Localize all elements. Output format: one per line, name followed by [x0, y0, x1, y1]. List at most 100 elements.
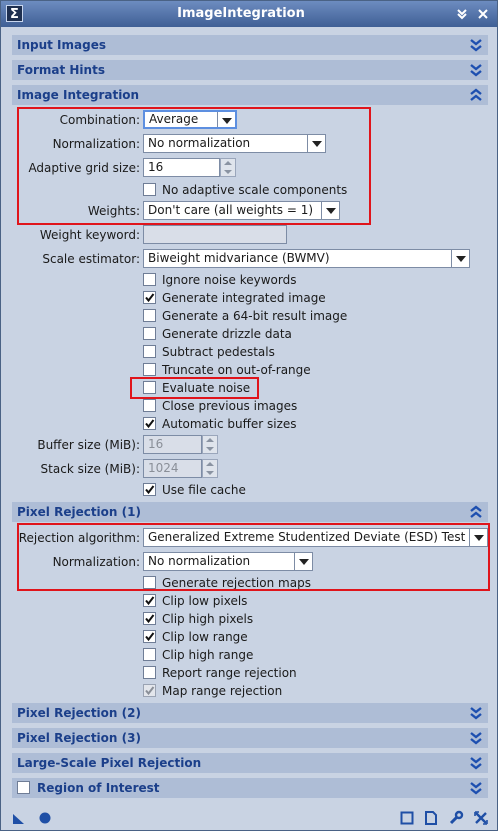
checkmark-icon: [145, 686, 155, 696]
checkmark-icon: [145, 293, 155, 303]
section-pixel-rejection-2[interactable]: Pixel Rejection (2): [12, 703, 488, 723]
checkbox-label: Generate a 64-bit result image: [162, 309, 348, 323]
ignore-noise-keywords-checkbox[interactable]: Ignore noise keywords: [143, 271, 403, 289]
section-pixel-rejection-3[interactable]: Pixel Rejection (3): [12, 728, 488, 748]
section-large-scale-rejection[interactable]: Large-Scale Pixel Rejection: [12, 753, 488, 773]
checkbox-label: Ignore noise keywords: [162, 273, 297, 287]
checkmark-icon: [145, 419, 155, 429]
scale-estimator-row: Scale estimator: Biweight midvariance (B…: [1, 248, 498, 270]
highlight-rejection-settings: [17, 523, 490, 591]
highlight-evaluate-noise: [130, 377, 259, 399]
checkbox-label: Generate drizzle data: [162, 327, 292, 341]
weight-keyword-field[interactable]: [143, 225, 287, 244]
checkbox-box[interactable]: [143, 666, 156, 679]
checkbox-box[interactable]: [143, 594, 156, 607]
stack-size-spinner[interactable]: [202, 459, 218, 478]
checkmark-icon: [145, 632, 155, 642]
checkbox-box[interactable]: [143, 417, 156, 430]
checkmark-icon: [145, 485, 155, 495]
generate-a-64-bit-result-image-checkbox[interactable]: Generate a 64-bit result image: [143, 307, 403, 325]
subtract-pedestals-checkbox[interactable]: Subtract pedestals: [143, 343, 403, 361]
report-range-rejection-checkbox[interactable]: Report range rejection: [143, 664, 403, 682]
section-title: Pixel Rejection (1): [17, 505, 141, 519]
section-pixel-rejection-1[interactable]: Pixel Rejection (1): [12, 502, 488, 522]
use-file-cache-checkbox[interactable]: Use file cache: [143, 481, 343, 499]
clip-low-range-checkbox[interactable]: Clip low range: [143, 628, 403, 646]
map-range-rejection-checkbox: Map range rejection: [143, 682, 403, 700]
weight-keyword-label: Weight keyword:: [39, 228, 140, 242]
section-title: Pixel Rejection (2): [17, 706, 141, 720]
collapse-icon[interactable]: [470, 88, 482, 102]
expand-icon[interactable]: [470, 781, 482, 795]
checkbox-label: Report range rejection: [162, 666, 297, 680]
close-previous-images-checkbox[interactable]: Close previous images: [143, 397, 403, 415]
expand-icon[interactable]: [470, 38, 482, 52]
section-region-of-interest[interactable]: Region of Interest: [12, 778, 488, 798]
collapse-icon[interactable]: [470, 505, 482, 519]
document-icon[interactable]: [423, 810, 439, 826]
checkmark-icon: [145, 614, 155, 624]
weight-keyword-row: Weight keyword:: [1, 224, 498, 246]
checkbox-box[interactable]: [143, 630, 156, 643]
buffer-size-row: Buffer size (MiB): 16: [1, 434, 498, 456]
expand-icon[interactable]: [470, 706, 482, 720]
section-title: Region of Interest: [37, 781, 160, 795]
scale-estimator-select[interactable]: Biweight midvariance (BWMV): [143, 249, 470, 268]
apply-global-icon[interactable]: [37, 810, 53, 826]
automatic-buffer-sizes-checkbox[interactable]: Automatic buffer sizes: [143, 415, 403, 433]
clip-high-pixels-checkbox[interactable]: Clip high pixels: [143, 610, 403, 628]
new-instance-icon[interactable]: [11, 810, 27, 826]
expand-icon[interactable]: [470, 63, 482, 77]
scale-estimator-value: Biweight midvariance (BWMV): [148, 251, 330, 265]
checkbox-box[interactable]: [143, 327, 156, 340]
checkbox-box[interactable]: [143, 483, 156, 496]
new-window-icon[interactable]: [399, 810, 415, 826]
bottom-toolbar: [1, 806, 497, 830]
checkbox-box[interactable]: [143, 345, 156, 358]
checkbox-box[interactable]: [143, 648, 156, 661]
checkbox-label: Close previous images: [162, 399, 298, 413]
buffer-size-spinner[interactable]: [202, 435, 218, 454]
generate-integrated-image-checkbox[interactable]: Generate integrated image: [143, 289, 403, 307]
checkbox-box[interactable]: [143, 291, 156, 304]
section-title: Pixel Rejection (3): [17, 731, 141, 745]
expand-icon[interactable]: [470, 731, 482, 745]
checkbox-box[interactable]: [143, 273, 156, 286]
clip-high-range-checkbox[interactable]: Clip high range: [143, 646, 403, 664]
section-title: Format Hints: [17, 63, 105, 77]
section-input-images[interactable]: Input Images: [12, 35, 488, 55]
close-icon[interactable]: [475, 5, 491, 22]
wrench-icon[interactable]: [448, 810, 464, 826]
buffer-size-field[interactable]: 16: [143, 435, 202, 454]
checkbox-box[interactable]: [143, 309, 156, 322]
section-title: Image Integration: [17, 88, 140, 102]
expand-icon[interactable]: [470, 756, 482, 770]
highlight-integration-settings: [17, 107, 371, 225]
clip-low-pixels-checkbox[interactable]: Clip low pixels: [143, 592, 403, 610]
roi-checkbox[interactable]: [17, 781, 30, 794]
checkbox-label: Use file cache: [162, 483, 246, 497]
checkbox-label: Automatic buffer sizes: [162, 417, 297, 431]
image-integration-window: Σ ImageIntegration Input Images Format H…: [0, 0, 498, 831]
section-title: Large-Scale Pixel Rejection: [17, 756, 202, 770]
title-bar[interactable]: Σ ImageIntegration: [1, 1, 497, 27]
section-title: Input Images: [17, 38, 106, 52]
checkbox-label: Clip high range: [162, 648, 254, 662]
checkbox-box: [143, 684, 156, 697]
chevron-down-icon[interactable]: [451, 250, 469, 267]
checkbox-label: Generate integrated image: [162, 291, 326, 305]
checkbox-box[interactable]: [143, 399, 156, 412]
stack-size-row: Stack size (MiB): 1024: [1, 458, 498, 480]
scale-estimator-label: Scale estimator:: [42, 252, 140, 266]
buffer-size-label: Buffer size (MiB):: [37, 438, 140, 452]
reset-icon[interactable]: [473, 810, 489, 826]
checkbox-label: Clip low pixels: [162, 594, 248, 608]
stack-size-field[interactable]: 1024: [143, 459, 202, 478]
shade-icon[interactable]: [454, 5, 470, 22]
checkmark-icon: [145, 596, 155, 606]
generate-drizzle-data-checkbox[interactable]: Generate drizzle data: [143, 325, 403, 343]
checkbox-box[interactable]: [143, 363, 156, 376]
section-image-integration[interactable]: Image Integration: [12, 85, 488, 105]
section-format-hints[interactable]: Format Hints: [12, 60, 488, 80]
checkbox-box[interactable]: [143, 612, 156, 625]
